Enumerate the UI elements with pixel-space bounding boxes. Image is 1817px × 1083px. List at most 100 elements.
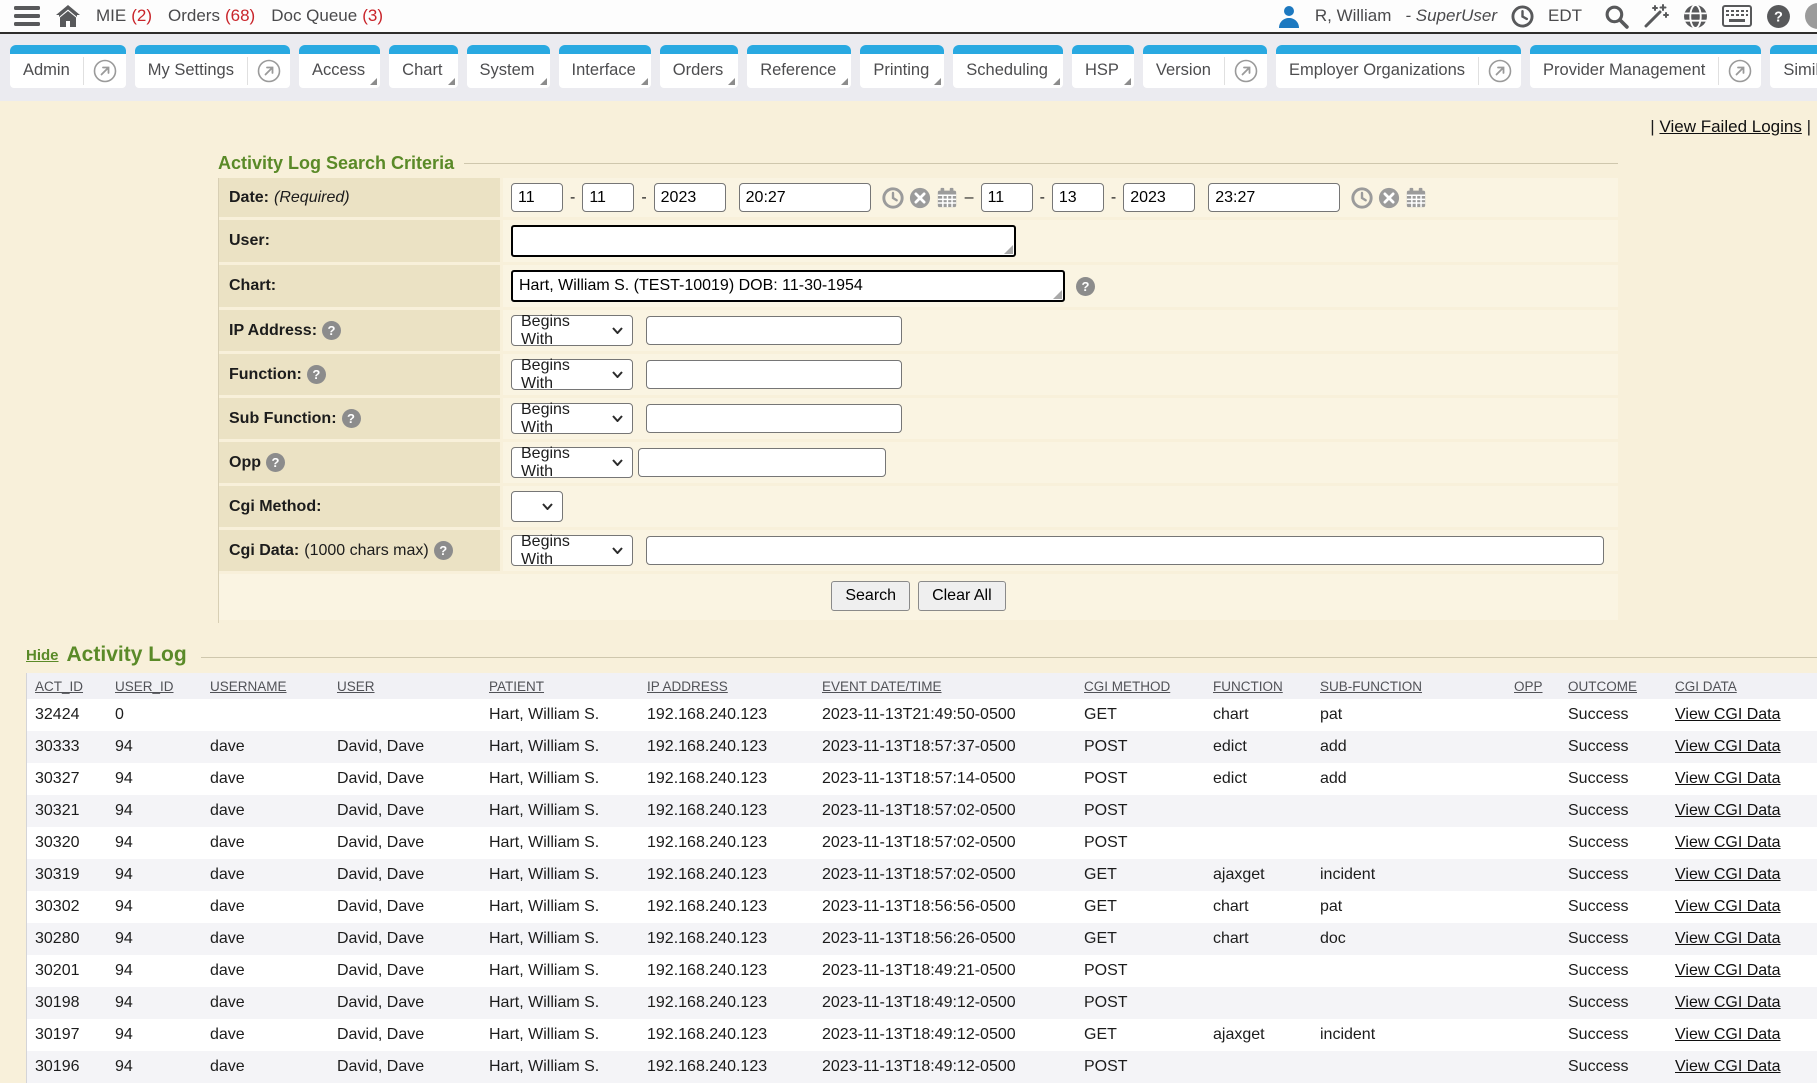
view-cgi-data-link[interactable]: View CGI Data [1675, 1026, 1781, 1043]
external-link-icon[interactable] [1479, 54, 1521, 88]
chart-input[interactable] [511, 270, 1065, 302]
column-header-user[interactable]: USER [329, 673, 481, 699]
date-to-year-input[interactable] [1123, 183, 1195, 212]
tab-provider-management[interactable]: Provider Management [1530, 45, 1761, 88]
clear-all-button[interactable]: Clear All [918, 581, 1006, 611]
external-link-icon[interactable] [84, 54, 126, 88]
cgi-data-input[interactable] [646, 536, 1604, 565]
view-cgi-data-link[interactable]: View CGI Data [1675, 770, 1781, 787]
clear-date-icon[interactable] [909, 187, 931, 209]
date-to-month-input[interactable] [981, 183, 1033, 212]
sub-function-match-select[interactable]: Begins With [511, 403, 633, 434]
sub-function-help-icon[interactable]: ? [342, 409, 361, 428]
view-cgi-data-link[interactable]: View CGI Data [1675, 930, 1781, 947]
external-link-icon[interactable] [1225, 54, 1267, 88]
column-header-cgi-method[interactable]: CGI METHOD [1076, 673, 1205, 699]
view-cgi-data-link[interactable]: View CGI Data [1675, 706, 1781, 723]
cgi-data-help-icon[interactable]: ? [434, 541, 453, 560]
view-cgi-data-link[interactable]: View CGI Data [1675, 994, 1781, 1011]
user-input[interactable] [511, 225, 1016, 257]
date-from-time-input[interactable] [739, 183, 871, 212]
date-from-day-input[interactable] [582, 183, 634, 212]
cgi-method-select[interactable] [511, 491, 563, 522]
tab-hsp[interactable]: HSP [1072, 45, 1134, 88]
opp-input[interactable] [638, 448, 886, 477]
cell-sub-function: pat [1312, 699, 1506, 731]
column-header-patient[interactable]: PATIENT [481, 673, 639, 699]
column-header-opp[interactable]: OPP [1506, 673, 1560, 699]
search-icon[interactable] [1604, 4, 1629, 29]
ip-help-icon[interactable]: ? [322, 321, 341, 340]
date-to-day-input[interactable] [1052, 183, 1104, 212]
table-row: 3019694daveDavid, DaveHart, William S.19… [27, 1051, 1817, 1083]
clock-icon[interactable] [1511, 5, 1534, 28]
nav-orders[interactable]: Orders(68) [168, 6, 255, 26]
tab-printing[interactable]: Printing [860, 45, 944, 88]
tab-admin[interactable]: Admin [10, 45, 126, 88]
tab-reference[interactable]: Reference [747, 45, 851, 88]
home-icon[interactable] [56, 5, 80, 27]
hide-link[interactable]: Hide [26, 647, 59, 664]
view-cgi-data-link[interactable]: View CGI Data [1675, 834, 1781, 851]
cell-opp [1506, 731, 1560, 763]
column-header-outcome[interactable]: OUTCOME [1560, 673, 1667, 699]
view-cgi-data-link[interactable]: View CGI Data [1675, 1058, 1781, 1075]
view-cgi-data-link[interactable]: View CGI Data [1675, 898, 1781, 915]
cell-user-id: 94 [107, 731, 202, 763]
view-cgi-data-link[interactable]: View CGI Data [1675, 866, 1781, 883]
tab-orders[interactable]: Orders [660, 45, 738, 88]
external-link-icon[interactable] [1719, 54, 1761, 88]
cell-cgi-data: View CGI Data [1667, 923, 1817, 955]
chart-help-icon[interactable]: ? [1076, 277, 1095, 296]
calendar-icon[interactable] [936, 187, 958, 209]
hamburger-menu-icon[interactable] [14, 6, 40, 26]
view-cgi-data-link[interactable]: View CGI Data [1675, 802, 1781, 819]
column-header-user-id[interactable]: USER_ID [107, 673, 202, 699]
tab-interface[interactable]: Interface [559, 45, 651, 88]
external-link-icon[interactable] [248, 54, 290, 88]
tab-access[interactable]: Access [299, 45, 380, 88]
column-header-username[interactable]: USERNAME [202, 673, 329, 699]
nav-doc-queue[interactable]: Doc Queue(3) [271, 6, 383, 26]
tab-scheduling[interactable]: Scheduling [953, 45, 1063, 88]
tab-employer-organizations[interactable]: Employer Organizations [1276, 45, 1521, 88]
help-icon[interactable]: ? [1766, 4, 1791, 29]
time-picker-icon[interactable] [1351, 187, 1373, 209]
time-picker-icon[interactable] [882, 187, 904, 209]
view-cgi-data-link[interactable]: View CGI Data [1675, 962, 1781, 979]
column-header-act-id[interactable]: ACT_ID [27, 673, 107, 699]
column-header-function[interactable]: FUNCTION [1205, 673, 1312, 699]
function-match-select[interactable]: Begins With [511, 359, 633, 390]
tab-similar-exposure[interactable]: Similar Exposure [1770, 45, 1817, 88]
ip-match-select[interactable]: Begins With [511, 315, 633, 346]
view-failed-logins-link[interactable]: View Failed Logins [1659, 117, 1801, 137]
wand-icon[interactable] [1643, 3, 1669, 29]
clear-date-icon[interactable] [1378, 187, 1400, 209]
column-header-cgi-data[interactable]: CGI DATA [1667, 673, 1817, 699]
function-help-icon[interactable]: ? [307, 365, 326, 384]
ip-address-input[interactable] [646, 316, 902, 345]
date-to-time-input[interactable] [1208, 183, 1340, 212]
search-button[interactable]: Search [831, 581, 910, 611]
view-cgi-data-link[interactable]: View CGI Data [1675, 738, 1781, 755]
tab-system[interactable]: System [467, 45, 550, 88]
function-input[interactable] [646, 360, 902, 389]
tab-my-settings[interactable]: My Settings [135, 45, 290, 88]
date-from-month-input[interactable] [511, 183, 563, 212]
tab-chart[interactable]: Chart [389, 45, 457, 88]
cgi-data-match-select[interactable]: Begins With [511, 535, 633, 566]
sub-function-input[interactable] [646, 404, 902, 433]
keyboard-icon[interactable] [1722, 5, 1752, 27]
column-header-sub-function[interactable]: SUB-FUNCTION [1312, 673, 1506, 699]
calendar-icon[interactable] [1405, 187, 1427, 209]
column-header-event-date-time[interactable]: EVENT DATE/TIME [814, 673, 1076, 699]
globe-icon[interactable] [1683, 4, 1708, 29]
clipped-icon[interactable] [1805, 3, 1817, 29]
column-header-ip-address[interactable]: IP ADDRESS [639, 673, 814, 699]
user-name[interactable]: R, William [1315, 6, 1392, 26]
opp-match-select[interactable]: Begins With [511, 447, 633, 478]
opp-help-icon[interactable]: ? [266, 453, 285, 472]
tab-version[interactable]: Version [1143, 45, 1267, 88]
nav-mie[interactable]: MIE(2) [96, 6, 152, 26]
date-from-year-input[interactable] [654, 183, 726, 212]
